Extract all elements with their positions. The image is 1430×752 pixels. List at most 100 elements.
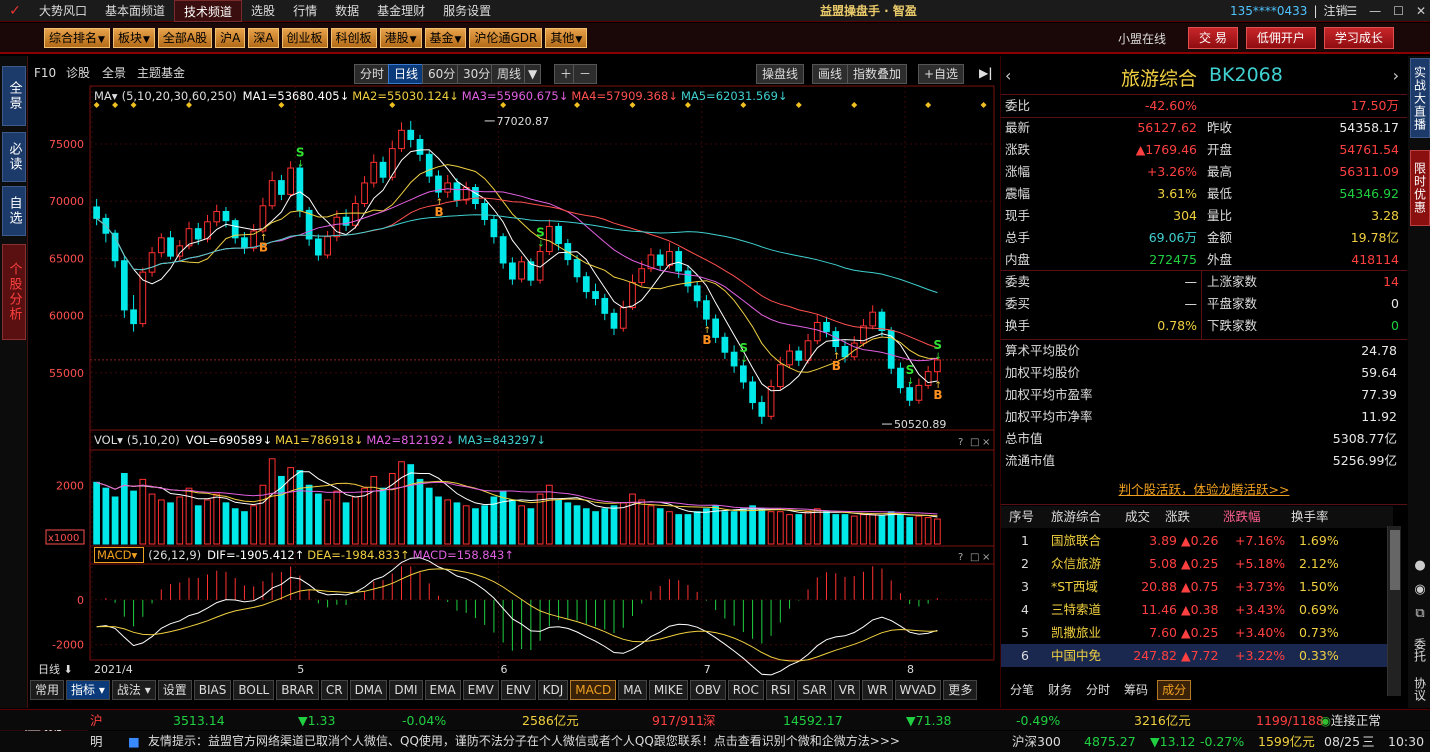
tip-text[interactable]: 友情提示：益盟官方网络渠道已取消个人微信、QQ使用，谨防不法分子在个人微信或者个… [148, 731, 1002, 752]
indicator-tab-0[interactable]: 常用 [30, 680, 65, 700]
ma_legend-label[interactable]: MA▾ [94, 89, 122, 103]
menu-item-1[interactable]: 基本面频道 [96, 0, 174, 22]
period-tab-4[interactable]: 周线 [491, 64, 528, 84]
f10-button[interactable]: F10 [34, 62, 56, 84]
prev-sector-icon[interactable]: ‹ [1005, 66, 1011, 85]
zoom-out-button[interactable]: － [573, 64, 598, 84]
indicator-tab-20[interactable]: SAR [797, 680, 832, 700]
close-icon[interactable]: ✕ [1416, 4, 1426, 18]
quote-tab-0[interactable]: 分笔 [1005, 680, 1039, 700]
menu-item-6[interactable]: 基金理财 [368, 0, 434, 22]
user-icon[interactable]: ● [1410, 556, 1430, 576]
indicator-tab-24[interactable]: 更多 [943, 680, 978, 700]
indicator-tab-10[interactable]: EMA [424, 680, 461, 700]
sh-index[interactable]: 3513.14 [173, 710, 225, 731]
market-button-0[interactable]: 综合排名▼ [44, 27, 110, 48]
indicator-tab-21[interactable]: VR [833, 680, 861, 700]
limited-offer-tab[interactable]: 限时优惠 [1410, 150, 1430, 226]
component-row[interactable]: 1 国旅联合 3.89 ▲0.26 +7.16% 1.69% [1001, 529, 1393, 552]
column-header[interactable]: 成交 [1125, 506, 1150, 528]
left-tab-3[interactable]: 个股分析 [2, 244, 26, 340]
component-row[interactable]: 4 三特索道 11.46 ▲0.38 +3.43% 0.69% [1001, 598, 1393, 621]
next-sector-icon[interactable]: › [1393, 66, 1399, 85]
macd_legend-label[interactable]: MACD▾ [94, 547, 145, 563]
vol_legend-label[interactable]: VOL▾ [94, 433, 127, 447]
column-header[interactable]: 涨跌幅 [1223, 506, 1261, 528]
indicator-tab-4[interactable]: BIAS [193, 680, 232, 700]
column-header[interactable]: 换手率 [1291, 506, 1329, 528]
quote-tab-4[interactable]: 成分 [1157, 680, 1192, 700]
indicator-tab-22[interactable]: WR [862, 680, 893, 700]
toolbar-right-button-1[interactable]: 低佣开户 [1245, 27, 1316, 49]
indicator-tab-7[interactable]: CR [320, 680, 348, 700]
period-tab-2[interactable]: 60分 [422, 64, 462, 84]
menu-item-2[interactable]: 技术频道 [174, 0, 243, 22]
market-button-8[interactable]: 基金▼ [424, 27, 467, 48]
menu-item-5[interactable]: 数据 [326, 0, 368, 22]
maximize-icon[interactable]: ☐ [1393, 4, 1404, 18]
chart-tool-0[interactable]: 操盘线 [756, 64, 805, 84]
camera-icon[interactable]: ◉ [1410, 580, 1430, 600]
period-tab-0[interactable]: 分时 [354, 64, 391, 84]
market-button-3[interactable]: 沪A [215, 27, 246, 48]
market-button-2[interactable]: 全部A股 [157, 27, 213, 48]
component-row[interactable]: 2 众信旅游 5.08 ▲0.25 +5.18% 2.12% [1001, 552, 1393, 575]
menu-item-3[interactable]: 选股 [242, 0, 284, 22]
chart-tool-2[interactable]: 指数叠加 [847, 64, 908, 84]
scrollbar-thumb[interactable] [1390, 530, 1400, 590]
indicator-tab-2[interactable]: 战法 ▾ [111, 680, 156, 700]
market-button-6[interactable]: 科创板 [330, 27, 377, 48]
indicator-tab-23[interactable]: WVAD [894, 680, 942, 700]
indicator-tab-6[interactable]: BRAR [276, 680, 319, 700]
indicator-tab-17[interactable]: OBV [690, 680, 726, 700]
menu-icon[interactable]: ☰ [1346, 4, 1357, 18]
quote-tab-2[interactable]: 分时 [1081, 680, 1115, 700]
indicator-tab-13[interactable]: KDJ [537, 680, 569, 700]
chevron-down-icon[interactable]: ▼ [524, 64, 542, 84]
indicator-tab-1[interactable]: 指标 ▾ [66, 680, 110, 700]
agreement-link[interactable]: 协议 [1410, 672, 1430, 706]
panorama-button[interactable]: 全景 [102, 62, 126, 84]
market-button-5[interactable]: 创业板 [281, 27, 328, 48]
component-row[interactable]: 6 中国中免 247.82 ▲7.72 +3.22% 0.33% [1001, 644, 1393, 667]
indicator-tab-19[interactable]: RSI [765, 680, 796, 700]
indicator-tab-16[interactable]: MIKE [648, 680, 689, 700]
quote-tab-1[interactable]: 财务 [1043, 680, 1077, 700]
indicator-tab-5[interactable]: BOLL [233, 680, 275, 700]
theme-fund-button[interactable]: 主题基金 [137, 62, 185, 84]
period-tab-1[interactable]: 日线 [388, 64, 425, 84]
column-header[interactable]: 涨跌 [1165, 506, 1190, 528]
indicator-tab-11[interactable]: EMV [462, 680, 499, 700]
left-tab-2[interactable]: 自选 [2, 186, 26, 236]
market-button-9[interactable]: 沪伦通GDR [469, 27, 543, 48]
online-service-link[interactable]: 小盟在线 [1118, 30, 1166, 47]
diagnose-button[interactable]: 诊股 [66, 62, 90, 84]
kline-chart[interactable]: ??□□××75000700006500060000550002000x1000… [30, 84, 996, 678]
indicator-tab-15[interactable]: MA [618, 680, 647, 700]
screenshot-icon[interactable]: ⧉ [1410, 604, 1430, 624]
component-row[interactable]: 5 凯撒旅业 7.60 ▲0.25 +3.40% 0.73% [1001, 621, 1393, 644]
indicator-tab-12[interactable]: ENV [500, 680, 536, 700]
collapse-panel-icon[interactable]: ▶| [974, 64, 998, 84]
indicator-tab-8[interactable]: DMA [349, 680, 388, 700]
chart-tool-1[interactable]: 画线 [812, 64, 849, 84]
column-header[interactable]: 序号 [1009, 506, 1034, 528]
column-header[interactable]: 旅游综合 [1051, 506, 1101, 528]
toolbar-right-button-0[interactable]: 交 易 [1188, 27, 1238, 49]
promo-link[interactable]: 判个股活跃，体验龙腾活跃>> [1001, 480, 1407, 500]
menu-item-4[interactable]: 行情 [284, 0, 326, 22]
menu-item-0[interactable]: 大势风口 [30, 0, 96, 22]
left-tab-0[interactable]: 全景 [2, 66, 26, 126]
logout-link[interactable]: 注销 [1324, 0, 1348, 22]
menu-item-7[interactable]: 服务设置 [434, 0, 500, 22]
toolbar-right-button-2[interactable]: 学习成长 [1323, 27, 1394, 49]
market-button-4[interactable]: 深A [248, 27, 279, 48]
left-tab-1[interactable]: 必读 [2, 132, 26, 182]
component-row[interactable]: 3 *ST西域 20.88 ▲0.75 +3.73% 1.50% [1001, 575, 1393, 598]
live-broadcast-tab[interactable]: 实战大直播 [1410, 58, 1430, 138]
market-button-1[interactable]: 板块▼ [112, 27, 155, 48]
minimize-icon[interactable]: — [1369, 4, 1381, 18]
hs300-index[interactable]: 4875.27 [1084, 731, 1136, 752]
market-button-10[interactable]: 其他▼ [545, 27, 588, 48]
quote-tab-3[interactable]: 筹码 [1119, 680, 1153, 700]
